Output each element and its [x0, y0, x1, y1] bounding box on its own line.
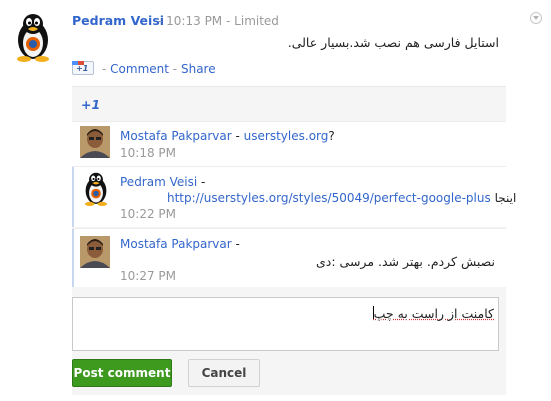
comment-body: http://userstyles.org/styles/50049/perfe…	[167, 191, 516, 205]
author-avatar[interactable]	[10, 10, 56, 62]
comment-time[interactable]: 10:18 PM	[120, 146, 176, 160]
person-photo-icon	[80, 126, 110, 158]
comment-time[interactable]: 10:22 PM	[120, 207, 176, 221]
comment-separator: -	[231, 129, 244, 143]
plusone-badge-label: +1	[76, 64, 89, 73]
tux-penguin-icon	[17, 14, 49, 62]
meta-separator: -	[172, 62, 178, 76]
post-comment-button[interactable]: Post comment	[72, 359, 172, 387]
comment-separator: -	[231, 237, 240, 251]
comment-time[interactable]: 10:27 PM	[120, 269, 176, 283]
comment-suffix: اینجا	[494, 191, 517, 205]
post-meta: - 10:13 PM - Limited	[158, 14, 279, 28]
plusone-button[interactable]: +1	[72, 61, 94, 75]
comment-header: Mostafa Pakparvar - userstyles.org?	[120, 129, 335, 143]
share-link[interactable]: Share	[181, 62, 216, 76]
meta-separator: -	[158, 14, 163, 28]
comment-suffix: ?	[328, 129, 335, 143]
plusones-count[interactable]: +1	[81, 97, 100, 112]
comment-highlight-bar	[72, 167, 74, 227]
cancel-button[interactable]: Cancel	[188, 359, 260, 387]
meta-separator: -	[102, 62, 107, 76]
comment-author[interactable]: Mostafa Pakparvar	[120, 129, 232, 143]
comment-author[interactable]: Pedram Veisi	[120, 175, 197, 189]
commenter-avatar[interactable]	[80, 126, 110, 158]
commenter-avatar[interactable]	[80, 236, 110, 268]
comment-link[interactable]: Comment	[110, 62, 169, 76]
comment-highlight-bar	[72, 229, 74, 287]
tux-penguin-icon	[84, 172, 108, 206]
chevron-down-icon[interactable]	[530, 12, 542, 24]
comment-text: نصبش کردم. بهتر شد. مرسی :دی	[316, 254, 495, 269]
post-author-name[interactable]: Pedram Veisi	[72, 13, 164, 28]
person-photo-icon	[80, 236, 110, 268]
comment-header: Pedram Veisi -	[120, 175, 205, 189]
comment-input-text: کامنت از راست به چپ	[373, 306, 494, 321]
meta-separator: -	[226, 14, 231, 28]
comment-link[interactable]: http://userstyles.org/styles/50049/perfe…	[167, 191, 491, 205]
post-actions: - Comment - Share	[102, 62, 216, 76]
post-text: استایل فارسی هم نصب شد.بسیار عالی.	[287, 35, 499, 50]
comment-input-value: کامنت از راست به چپ	[372, 306, 494, 321]
comment-separator: -	[197, 175, 206, 189]
post-timestamp[interactable]: 10:13 PM	[166, 14, 222, 28]
post-visibility[interactable]: Limited	[234, 14, 279, 28]
comment-input[interactable]: کامنت از راست به چپ	[72, 297, 499, 351]
comment-link[interactable]: userstyles.org	[244, 129, 329, 143]
comment-author[interactable]: Mostafa Pakparvar	[120, 237, 232, 251]
commenter-avatar[interactable]	[80, 170, 112, 206]
comment-header: Mostafa Pakparvar -	[120, 237, 240, 251]
